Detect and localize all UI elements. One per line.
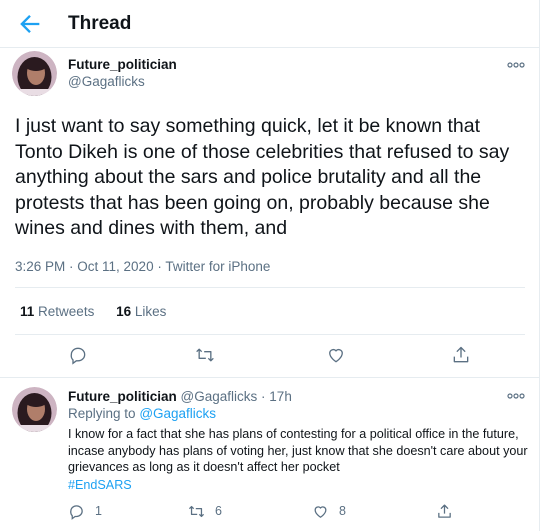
reply-button[interactable] <box>68 345 88 365</box>
like-button[interactable] <box>326 345 346 365</box>
retweet-button[interactable]: 6 <box>188 502 222 520</box>
retweet-count: 6 <box>215 504 222 518</box>
separator-dot: · <box>261 389 266 404</box>
page-title: Thread <box>68 13 132 34</box>
tweet-time[interactable]: 17h <box>269 389 292 404</box>
hashtag-link[interactable]: #EndSARS <box>68 478 132 492</box>
header: Thread <box>0 0 540 48</box>
author-handle[interactable]: @Gagaflicks <box>68 74 145 89</box>
avatar[interactable] <box>12 387 57 432</box>
avatar-image <box>12 51 57 96</box>
reply-text: I know for a fact that she has plans of … <box>68 427 528 475</box>
reply-count: 1 <box>95 504 102 518</box>
likes-stat[interactable]: 16 Likes <box>116 304 166 319</box>
divider <box>0 377 540 378</box>
share-icon <box>453 346 469 363</box>
retweets-stat[interactable]: 11 Retweets <box>20 304 94 319</box>
replying-to: Replying to @Gagaflicks <box>68 406 216 421</box>
like-count: 8 <box>339 504 346 518</box>
author-name[interactable]: Future_politician <box>68 57 177 72</box>
author-handle[interactable]: @Gagaflicks <box>181 389 258 404</box>
avatar-image <box>12 387 57 432</box>
share-icon <box>438 503 451 518</box>
share-button[interactable] <box>451 345 471 365</box>
back-button[interactable] <box>16 10 44 38</box>
more-icon <box>507 393 525 399</box>
retweet-icon <box>188 505 205 517</box>
tweet-timestamp[interactable]: 3:26 PM · Oct 11, 2020 · Twitter for iPh… <box>15 259 270 274</box>
reply-icon <box>70 504 83 520</box>
share-button[interactable] <box>436 502 463 520</box>
divider <box>15 334 525 335</box>
more-options-button[interactable] <box>506 389 526 401</box>
replying-to-link[interactable]: @Gagaflicks <box>139 406 216 421</box>
reply-icon <box>70 347 86 365</box>
avatar[interactable] <box>12 51 57 96</box>
retweet-button[interactable] <box>195 345 215 365</box>
heart-icon <box>314 505 327 518</box>
author-name[interactable]: Future_politician <box>68 389 177 404</box>
replying-to-label: Replying to <box>68 406 136 421</box>
retweet-icon <box>196 348 214 362</box>
retweets-count: 11 <box>20 304 35 319</box>
likes-count: 16 <box>116 304 132 319</box>
arrow-left-icon <box>20 15 40 33</box>
tweet-text: I just want to say something quick, let … <box>15 115 510 240</box>
like-button[interactable]: 8 <box>312 502 346 520</box>
more-icon <box>507 62 525 68</box>
more-options-button[interactable] <box>506 58 526 70</box>
reply-button[interactable]: 1 <box>68 502 102 520</box>
likes-label: Likes <box>134 304 167 319</box>
retweets-label: Retweets <box>38 304 95 319</box>
thread-page: Thread Future_politician @Gagaflicks I j… <box>0 0 540 531</box>
heart-icon <box>329 348 343 363</box>
divider <box>15 287 525 288</box>
reply-header: Future_politician @Gagaflicks · 17h <box>68 389 292 404</box>
engagement-stats: 11 Retweets 16 Likes <box>20 304 184 319</box>
